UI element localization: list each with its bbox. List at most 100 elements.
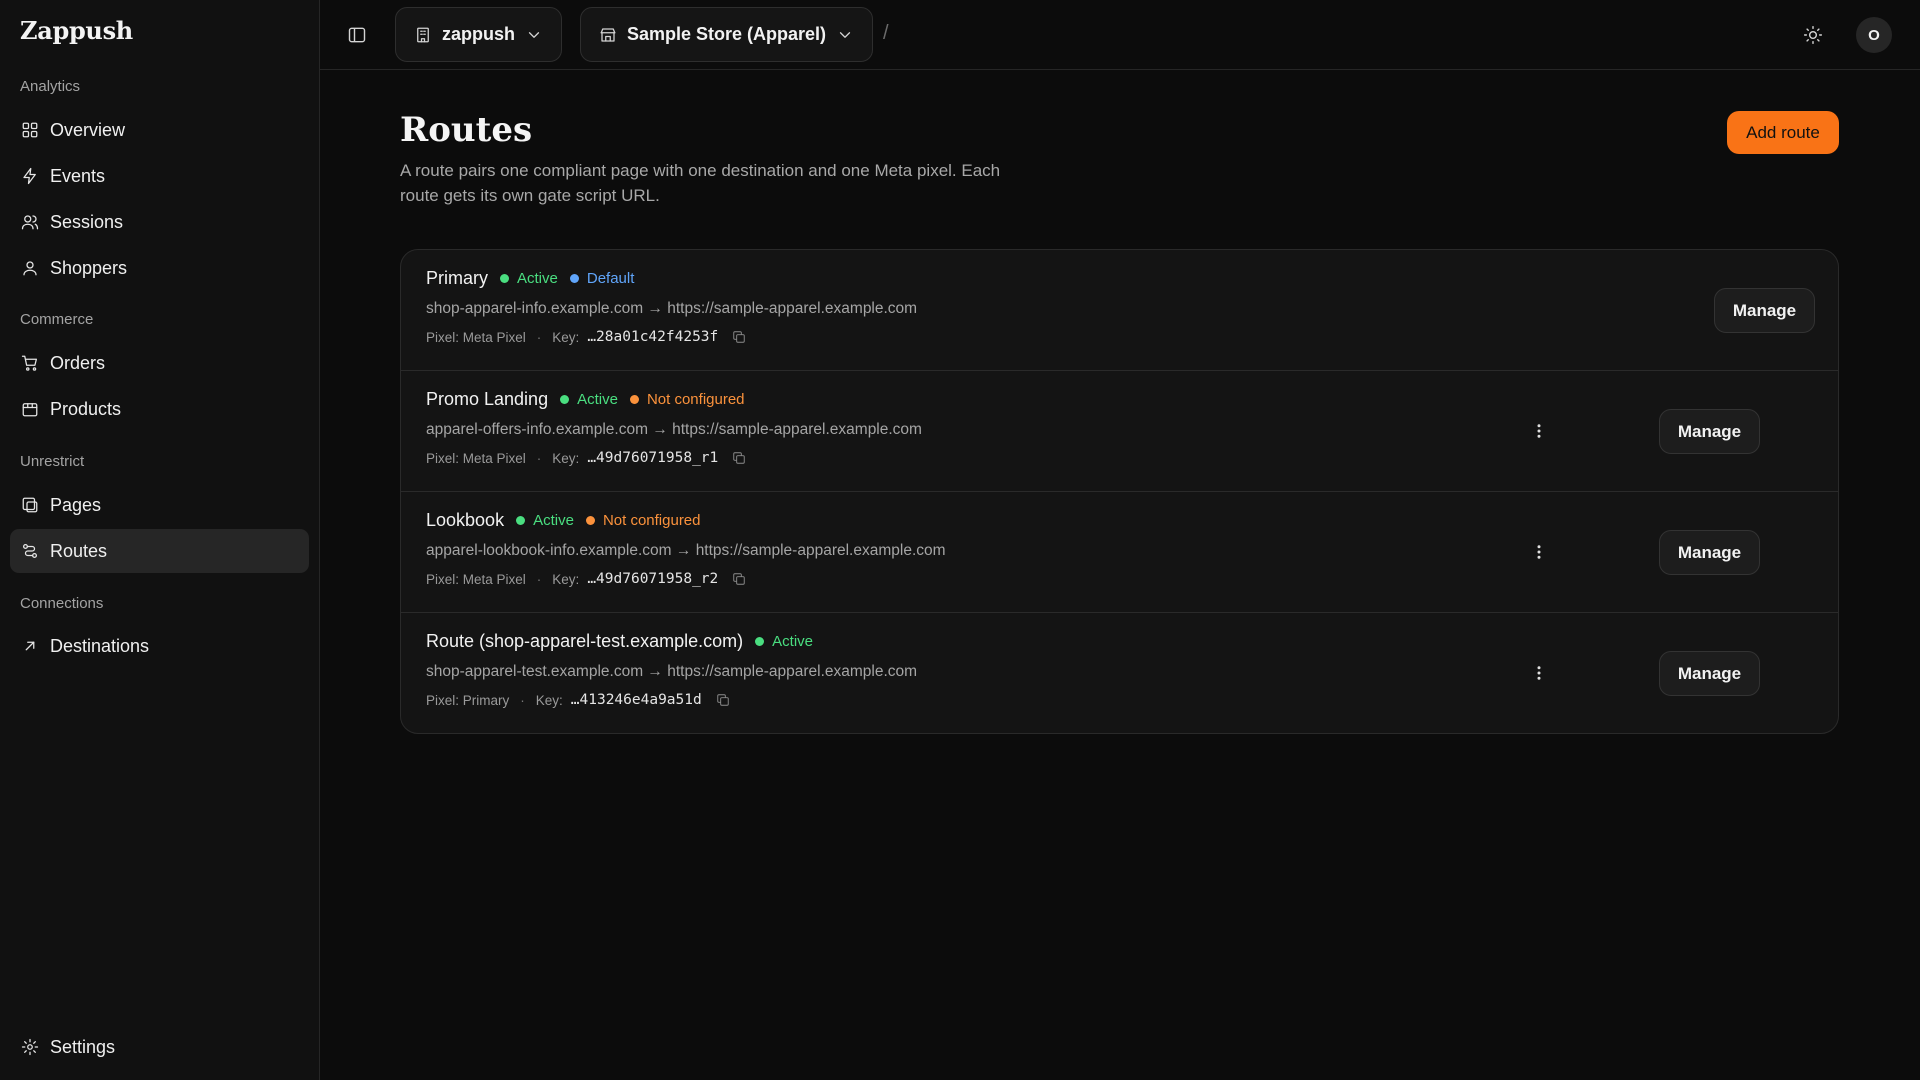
page-title: Routes xyxy=(400,110,533,150)
meta-separator: · xyxy=(520,692,525,708)
sidebar-item-label: Overview xyxy=(50,119,126,140)
key-label: Key: xyxy=(552,571,580,587)
sidebar-item-pages[interactable]: Pages xyxy=(10,483,309,527)
badge-text: Default xyxy=(586,270,635,287)
store-switcher[interactable]: Sample Store (Apparel) xyxy=(580,7,874,62)
gear-icon xyxy=(20,1037,40,1057)
route-source: shop-apparel-test.example.com xyxy=(426,663,644,680)
sidebar-item-orders[interactable]: Orders xyxy=(10,341,309,385)
copy-icon[interactable] xyxy=(732,572,746,586)
route-source: shop-apparel-info.example.com xyxy=(426,300,644,317)
arrow-icon: → xyxy=(652,421,668,438)
sidebar-item-label: Pages xyxy=(50,494,102,515)
default-badge: Default xyxy=(569,270,635,287)
more-vertical-icon[interactable] xyxy=(1526,418,1552,444)
badge-text: Not configured xyxy=(602,512,701,529)
section-label-connections: Connections xyxy=(20,595,104,612)
copy-icon[interactable] xyxy=(716,693,730,707)
sidebar-item-label: Settings xyxy=(50,1036,116,1057)
sidebar-item-sessions[interactable]: Sessions xyxy=(10,200,309,244)
key-label: Key: xyxy=(552,450,580,466)
status-badge: Active xyxy=(560,391,618,408)
org-switcher[interactable]: zappush xyxy=(395,7,563,62)
route-key: …413246e4a9a51d xyxy=(570,692,702,708)
sidebar-toggle-icon[interactable] xyxy=(344,22,370,48)
status-dot xyxy=(629,395,639,404)
sidebar-item-settings[interactable]: Settings xyxy=(10,1025,309,1069)
section-label-unrestrict: Unrestrict xyxy=(20,453,85,470)
manage-button[interactable]: Manage xyxy=(1714,288,1815,333)
route-meta: Pixel: Meta Pixel · Key: …49d76071958_r1 xyxy=(426,450,746,466)
route-meta: Pixel: Primary · Key: …413246e4a9a51d xyxy=(426,692,730,708)
not-configured-badge: Not configured xyxy=(585,512,701,529)
arrow-icon: → xyxy=(675,542,692,559)
status-dot xyxy=(585,516,595,525)
more-vertical-icon[interactable] xyxy=(1526,539,1552,565)
key-label: Key: xyxy=(552,329,580,345)
avatar[interactable]: O xyxy=(1856,17,1892,53)
copy-icon[interactable] xyxy=(732,330,746,344)
not-configured-badge: Not configured xyxy=(629,391,745,408)
sidebar-item-overview[interactable]: Overview xyxy=(10,108,309,152)
route-name: Route (shop-apparel-test.example.com) xyxy=(426,631,744,651)
route-pixel: Pixel: Meta Pixel xyxy=(426,571,526,587)
cart-icon xyxy=(20,353,40,373)
route-row: Route (shop-apparel-test.example.com) Ac… xyxy=(401,613,1838,733)
breadcrumb-separator: / xyxy=(883,22,889,44)
route-pixel: Pixel: Primary xyxy=(426,692,510,708)
sidebar-item-products[interactable]: Products xyxy=(10,387,309,431)
arrow-icon: → xyxy=(647,663,663,680)
sidebar-item-label: Events xyxy=(50,165,106,186)
sun-icon[interactable] xyxy=(1800,22,1826,48)
sidebar-item-events[interactable]: Events xyxy=(10,154,309,198)
route-key: …28a01c42f4253f xyxy=(587,329,719,345)
more-vertical-icon[interactable] xyxy=(1526,660,1552,686)
sidebar-item-label: Sessions xyxy=(50,211,124,232)
route-key: …49d76071958_r2 xyxy=(587,571,719,587)
route-header: Promo Landing Active Not configured xyxy=(426,389,745,410)
route-source: apparel-offers-info.example.com xyxy=(426,421,648,438)
page-description: A route pairs one compliant page with on… xyxy=(400,161,1001,205)
status-badge: Active xyxy=(500,270,558,287)
meta-separator: · xyxy=(536,571,542,587)
route-destination: https://sample-apparel.example.com xyxy=(672,421,922,438)
grid-icon xyxy=(20,120,40,140)
add-route-button[interactable]: Add route xyxy=(1727,111,1839,154)
meta-separator: · xyxy=(536,329,542,345)
route-destination: https://sample-apparel.example.com xyxy=(667,663,918,680)
route-meta: Pixel: Meta Pixel · Key: …28a01c42f4253f xyxy=(426,329,746,345)
building-icon xyxy=(414,26,432,44)
route-name: Lookbook xyxy=(426,510,505,530)
arrow-up-right-icon xyxy=(20,636,40,656)
org-name: zappush xyxy=(442,24,516,44)
users-icon xyxy=(20,212,40,232)
section-label-analytics: Analytics xyxy=(20,78,81,95)
route-name: Primary xyxy=(426,268,488,288)
status-dot xyxy=(500,274,509,283)
sidebar-item-label: Shoppers xyxy=(50,257,128,278)
sidebar-item-routes[interactable]: Routes xyxy=(10,529,309,573)
route-destination: https://sample-apparel.example.com xyxy=(695,542,946,559)
manage-button[interactable]: Manage xyxy=(1659,651,1760,696)
chevron-down-icon xyxy=(525,26,543,44)
route-name: Promo Landing xyxy=(426,389,549,409)
sidebar-item-label: Routes xyxy=(50,540,108,561)
manage-button[interactable]: Manage xyxy=(1659,409,1760,454)
status-badge: Active xyxy=(755,633,813,650)
store-name: Sample Store (Apparel) xyxy=(627,24,827,44)
sidebar-item-shoppers[interactable]: Shoppers xyxy=(10,246,309,290)
route-meta: Pixel: Meta Pixel · Key: …49d76071958_r2 xyxy=(426,571,746,587)
section-label-commerce: Commerce xyxy=(20,311,94,328)
status-dot xyxy=(755,637,765,646)
package-icon xyxy=(20,399,40,419)
route-pixel: Pixel: Meta Pixel xyxy=(426,450,526,466)
sidebar: Zappush Analytics Overview Events Sessio… xyxy=(0,0,320,1080)
status-dot xyxy=(569,274,579,283)
sidebar-item-destinations[interactable]: Destinations xyxy=(10,624,309,668)
copy-icon[interactable] xyxy=(732,451,746,465)
arrow-icon: → xyxy=(647,300,663,317)
route-header: Route (shop-apparel-test.example.com) Ac… xyxy=(426,631,813,652)
brand-logo[interactable]: Zappush xyxy=(20,16,133,45)
status-text: Active xyxy=(577,391,618,408)
manage-button[interactable]: Manage xyxy=(1659,530,1760,575)
